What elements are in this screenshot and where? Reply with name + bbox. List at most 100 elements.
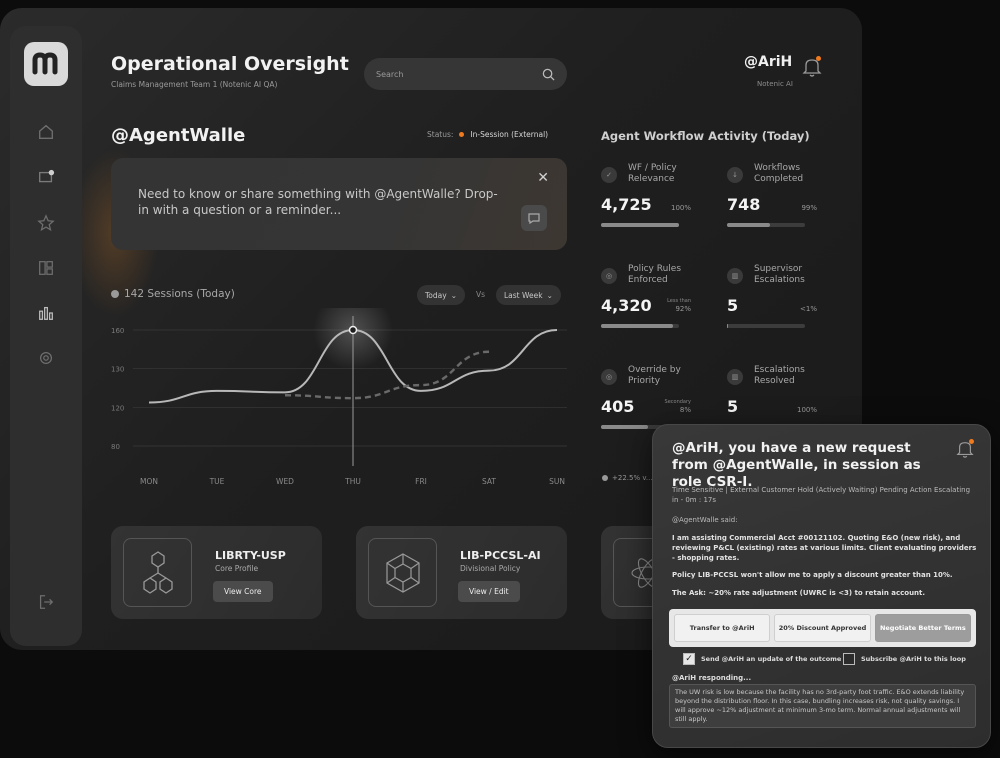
period-a-select[interactable]: Today ⌄ xyxy=(417,285,465,305)
metric-percent: 8% xyxy=(679,406,691,414)
x-tick-label: TUE xyxy=(209,477,225,486)
user-org: Notenic AI xyxy=(757,80,793,88)
metric-icon: ↓ xyxy=(727,167,743,183)
notification-dot xyxy=(816,56,821,61)
metric-label: Workflows Completed xyxy=(754,163,804,184)
metric-percent: <1% xyxy=(800,305,817,313)
legend-bullet xyxy=(602,475,608,481)
metric-progress-fill xyxy=(727,223,770,227)
view-core-button[interactable]: View Core xyxy=(213,581,273,602)
metric-value: 4,320 xyxy=(601,296,652,315)
metric-sub: Less than xyxy=(667,298,691,304)
view-edit-button[interactable]: View / Edit xyxy=(458,581,520,602)
policy-card-lib-pccsl-ai[interactable]: LIB-PCCSL-AI Divisional Policy View / Ed… xyxy=(356,526,567,619)
settings-icon[interactable] xyxy=(32,344,60,372)
x-tick-label: SAT xyxy=(482,477,496,486)
bell-icon[interactable] xyxy=(956,439,974,459)
request-policy: Policy LIB-PCCSL won't allow me to apply… xyxy=(672,571,953,579)
y-tick-label: 80 xyxy=(111,443,120,451)
metric-progress-bar xyxy=(727,324,805,328)
x-tick-label: MON xyxy=(140,477,158,486)
app-logo[interactable] xyxy=(24,42,68,86)
chat-prompt[interactable]: Need to know or share something with @Ag… xyxy=(138,186,508,218)
metric-value: 748 xyxy=(727,195,761,214)
chevron-down-icon: ⌄ xyxy=(546,290,553,300)
metric-card: ▥ Supervisor Escalations 5 <1% xyxy=(727,264,817,339)
x-tick-label: SUN xyxy=(549,477,565,486)
agent-said-label: @AgentWalle said: xyxy=(672,516,738,524)
send-update-checkbox[interactable]: ✓ xyxy=(683,653,695,665)
metric-percent: 100% xyxy=(670,204,691,212)
transfer-button[interactable]: Transfer to @AriH xyxy=(674,614,771,642)
legend-text: +22.5% v... xyxy=(612,474,653,482)
metric-progress-fill xyxy=(601,324,673,328)
y-tick-label: 130 xyxy=(111,366,124,374)
metric-icon: ◎ xyxy=(601,268,617,284)
metric-value: 405 xyxy=(601,397,635,416)
period-b-label: Last Week xyxy=(504,290,543,300)
metric-icon: ✓ xyxy=(601,167,617,183)
y-tick-label: 160 xyxy=(111,327,124,335)
sidebar xyxy=(10,26,82,646)
home-icon[interactable] xyxy=(32,118,60,146)
discount-approved-button[interactable]: 20% Discount Approved xyxy=(774,614,871,642)
chat-bubble-icon xyxy=(528,212,540,224)
metric-progress-bar xyxy=(727,223,805,227)
sessions-bullet xyxy=(111,290,119,298)
status-dot xyxy=(459,132,465,137)
metric-label: Escalations Resolved xyxy=(754,365,805,386)
metric-progress-fill xyxy=(601,223,679,227)
metric-percent: 99% xyxy=(801,204,817,212)
metric-card: ↓ Workflows Completed 748 99% xyxy=(727,163,817,238)
request-body: I am assisting Commercial Acct #00121102… xyxy=(672,534,977,562)
response-title: @AriH responding... xyxy=(672,674,752,682)
sessions-count: 142 Sessions (Today) xyxy=(111,288,235,300)
close-icon[interactable]: ✕ xyxy=(537,170,549,186)
metric-label: WF / Policy Relevance xyxy=(628,163,677,184)
profile-card-librty-usp[interactable]: LIBRTY-USP Core Profile View Core xyxy=(111,526,322,619)
messages-icon[interactable] xyxy=(32,164,60,192)
workflow-title: Agent Workflow Activity (Today) xyxy=(601,129,810,143)
search-bar[interactable] xyxy=(364,58,567,90)
metric-progress-fill xyxy=(601,425,648,429)
request-notification-panel[interactable]: @AriH, you have a new request from @Agen… xyxy=(652,424,991,748)
metric-card: ◎ Policy Rules Enforced 4,320 Less than 92% xyxy=(601,264,691,339)
agent-chat-box[interactable]: Need to know or share something with @Ag… xyxy=(111,158,567,250)
metric-sub: Secondary xyxy=(664,399,691,405)
agent-title: @AgentWalle xyxy=(111,125,246,146)
sessions-line-chart: 160 130 120 80 MON TUE WED THU FRI SAT SUN xyxy=(111,308,567,486)
request-ask: The Ask: ~20% rate adjustment (UWRC is <… xyxy=(672,589,926,597)
period-a-label: Today xyxy=(425,290,447,300)
layout-icon[interactable] xyxy=(32,254,60,282)
x-tick-label: FRI xyxy=(415,477,427,486)
sessions-label-text: 142 Sessions (Today) xyxy=(124,288,235,300)
analytics-icon[interactable] xyxy=(32,299,60,327)
notification-bell-icon[interactable] xyxy=(802,56,822,78)
notification-title: @AriH, you have a new request from @Agen… xyxy=(672,440,921,490)
metric-label: Supervisor Escalations xyxy=(754,264,805,285)
y-tick-label: 120 xyxy=(111,404,124,412)
period-b-select[interactable]: Last Week ⌄ xyxy=(496,285,561,305)
subscribe-label: Subscribe @AriH to this loop xyxy=(861,655,966,663)
subscribe-option[interactable]: Subscribe @AriH to this loop xyxy=(843,653,966,665)
chart-legend: +22.5% v... xyxy=(602,474,653,482)
negotiate-terms-button[interactable]: Negotiate Better Terms xyxy=(874,614,971,642)
metric-icon: ▥ xyxy=(727,369,743,385)
user-handle[interactable]: @AriH xyxy=(744,54,792,70)
search-icon[interactable] xyxy=(542,68,555,81)
star-icon[interactable] xyxy=(32,209,60,237)
subscribe-checkbox[interactable] xyxy=(843,653,855,665)
logout-icon[interactable] xyxy=(32,588,60,616)
response-textarea[interactable]: The UW risk is low because the facility … xyxy=(669,684,976,728)
metric-percent: 92% xyxy=(675,305,691,313)
logo-icon xyxy=(32,52,58,75)
search-input[interactable] xyxy=(376,69,542,79)
message-button[interactable] xyxy=(521,205,547,231)
page-subtitle: Claims Management Team 1 (Notenic AI QA) xyxy=(111,80,278,89)
card-title: LIB-PCCSL-AI xyxy=(460,549,541,562)
status-label: Status: xyxy=(427,130,454,139)
send-update-option[interactable]: ✓ Send @AriH an update of the outcome xyxy=(683,653,841,665)
metric-icon: ◎ xyxy=(601,369,617,385)
chevron-down-icon: ⌄ xyxy=(450,290,457,300)
request-actions: Transfer to @AriH 20% Discount Approved … xyxy=(669,609,976,647)
